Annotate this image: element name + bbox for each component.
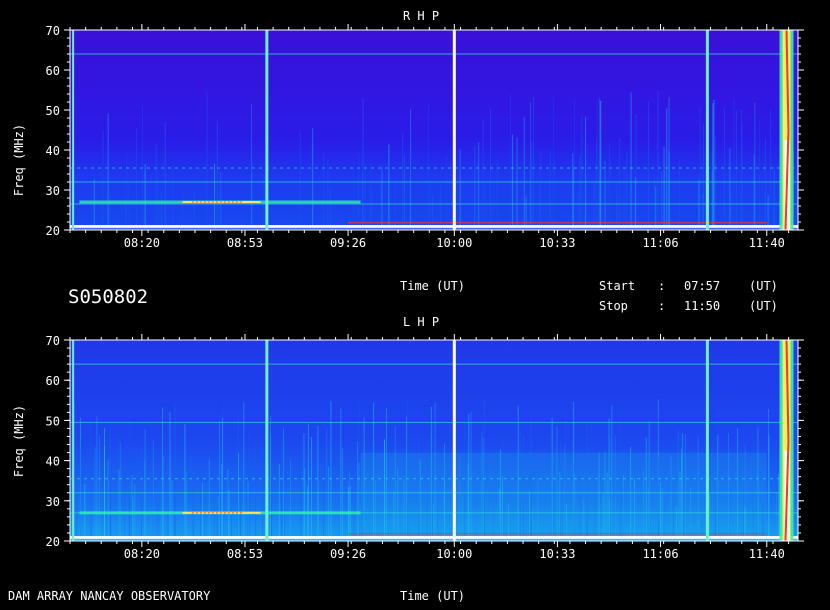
lhp-spectrogram-panel: 20 30 40 50 60 70 08:20 08:53 09:26 10:00 10:33 11:… (46, 334, 804, 561)
lhp-activity-region (360, 452, 767, 541)
rhp-x-tick-label: 10:33 (539, 236, 575, 250)
rhp-burst (779, 29, 794, 231)
lhp-y-tick-label: 40 (46, 455, 60, 469)
lhp-x-tick-label: 09:26 (330, 547, 366, 561)
observation-id: S050802 (68, 286, 148, 308)
lhp-title: L H P (403, 315, 439, 329)
lhp-x-tick-label: 11:40 (749, 547, 785, 561)
lhp-x-axis-label: Time (UT) (400, 589, 465, 603)
lhp-y-tick-label: 50 (46, 414, 60, 428)
rhp-background (70, 30, 798, 230)
rhp-x-tick-label: 08:20 (124, 236, 160, 250)
rhp-low-edge (70, 225, 798, 229)
lhp-y-tick-label: 20 (46, 535, 60, 549)
lhp-x-tick-label: 08:20 (124, 547, 160, 561)
rhp-x-tick-label: 11:06 (642, 236, 678, 250)
start-label: Start (599, 279, 635, 293)
stop-time-value: 11:50 (684, 299, 720, 313)
rhp-x-tick-label: 09:26 (330, 236, 366, 250)
rhp-x-tick-label: 08:53 (227, 236, 263, 250)
start-time-value: 07:57 (684, 279, 720, 293)
rhp-x-axis-label: Time (UT) (400, 279, 465, 293)
rhp-y-tick-label: 60 (46, 64, 60, 78)
rhp-y-axis-label: Freq (MHz) (12, 124, 26, 196)
lhp-x-tick-label: 11:06 (642, 547, 678, 561)
start-separator: : (658, 279, 665, 293)
lhp-x-tick-label: 08:53 (227, 547, 263, 561)
rhp-spectrogram-panel: 20 30 40 50 60 70 08:20 08:53 09:26 10:00 10:33 11:… (46, 24, 804, 250)
lhp-y-tick-label: 60 (46, 374, 60, 388)
lhp-y-tick-label: 70 (46, 334, 60, 348)
rhp-y-tick-label: 20 (46, 224, 60, 238)
stop-separator: : (658, 299, 665, 313)
lhp-y-tick-label: 30 (46, 495, 60, 509)
lhp-low-edge (70, 536, 798, 540)
rhp-y-tick-label: 40 (46, 144, 60, 158)
rhp-x-tick-label: 11:40 (749, 236, 785, 250)
start-unit: (UT) (749, 279, 778, 293)
stop-unit: (UT) (749, 299, 778, 313)
rhp-x-tick-label: 10:00 (436, 236, 472, 250)
rhp-y-tick-label: 70 (46, 24, 60, 38)
rhp-y-tick-label: 30 (46, 184, 60, 198)
lhp-x-tick-label: 10:00 (436, 547, 472, 561)
spectrogram-figure: R H P L H P 20 30 40 50 60 70 08:20 08:53 09:26 1… (8, 9, 804, 603)
instrument-label: DAM ARRAY NANCAY OBSERVATORY (8, 589, 211, 603)
lhp-x-tick-label: 10:33 (539, 547, 575, 561)
stop-label: Stop (599, 299, 628, 313)
rhp-title: R H P (403, 9, 439, 23)
lhp-y-axis-label: Freq (MHz) (12, 405, 26, 477)
lhp-burst (779, 339, 794, 542)
rhp-y-tick-label: 50 (46, 104, 60, 118)
